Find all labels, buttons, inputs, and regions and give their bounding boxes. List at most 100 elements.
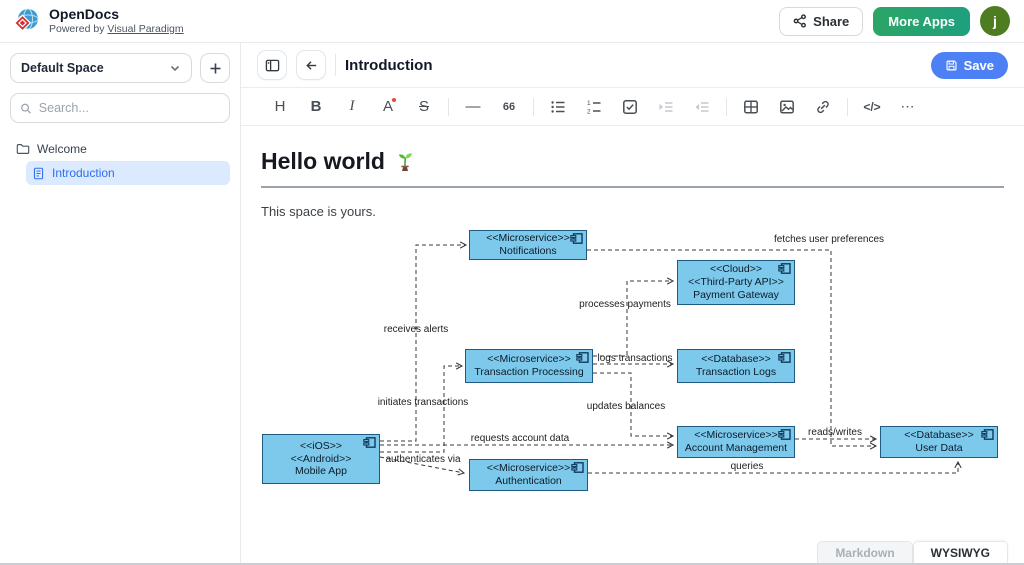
- image-button[interactable]: [772, 93, 802, 121]
- blockquote-button[interactable]: 66: [494, 93, 524, 121]
- uml-component-icon: [571, 462, 584, 477]
- ordered-list-icon: 1 2: [586, 99, 602, 115]
- edge-receives-alerts: [380, 245, 466, 441]
- indent-button[interactable]: [651, 93, 681, 121]
- editor-content[interactable]: Hello world This space is yours.: [241, 126, 1024, 563]
- task-list-button[interactable]: [615, 93, 645, 121]
- diagram-node-notifications: <<Microservice>> Notifications: [469, 230, 587, 260]
- ordered-list-button[interactable]: 1 2: [579, 93, 609, 121]
- document-heading: Hello world: [261, 148, 1004, 175]
- body-text: This space is yours.: [261, 204, 1004, 219]
- checkbox-icon: [622, 99, 638, 115]
- svg-text:processes payments: processes payments: [579, 299, 671, 310]
- space-selector-value: Default Space: [21, 61, 104, 75]
- panel-toggle-icon: [265, 58, 280, 73]
- toolbar-divider: [448, 98, 449, 116]
- diagram-node-account-management: <<Microservice>> Account Management: [677, 426, 795, 458]
- svg-text:1: 1: [587, 100, 591, 107]
- doc-header: Introduction Save: [241, 43, 1024, 88]
- search-input[interactable]: [39, 101, 220, 115]
- save-button[interactable]: Save: [931, 52, 1008, 79]
- toolbar-divider: [533, 98, 534, 116]
- red-dot: [392, 98, 396, 102]
- code-button[interactable]: </>: [857, 93, 887, 121]
- page-title: Introduction: [345, 57, 432, 74]
- svg-text:reads/writes: reads/writes: [808, 427, 862, 438]
- uml-component-diagram[interactable]: fetches user preferences processes payme…: [261, 223, 1006, 515]
- save-label: Save: [964, 58, 994, 73]
- back-button[interactable]: [296, 50, 326, 80]
- diagram-node-transaction-logs: <<Database>> Transaction Logs: [677, 349, 795, 383]
- heading-underline: [261, 186, 1004, 188]
- uml-component-icon: [778, 352, 791, 367]
- visual-paradigm-link[interactable]: Visual Paradigm: [107, 23, 183, 35]
- add-page-button[interactable]: [200, 53, 230, 83]
- table-button[interactable]: [736, 93, 766, 121]
- tab-markdown[interactable]: Markdown: [817, 541, 912, 563]
- outdent-button[interactable]: [687, 93, 717, 121]
- more-apps-button[interactable]: More Apps: [873, 7, 970, 36]
- back-arrow-icon: [304, 58, 319, 73]
- share-icon: [793, 14, 807, 28]
- svg-text:updates balances: updates balances: [587, 401, 665, 412]
- sidebar-item-introduction[interactable]: Introduction: [26, 161, 230, 185]
- strikethrough-button[interactable]: S: [409, 93, 439, 121]
- svg-text:fetches user preferences: fetches user preferences: [774, 234, 884, 245]
- italic-button[interactable]: I: [337, 93, 367, 121]
- svg-text:logs transactions: logs transactions: [597, 353, 672, 364]
- chevron-down-icon: [169, 62, 181, 74]
- search-icon: [20, 102, 32, 115]
- document-icon: [32, 167, 45, 180]
- horizontal-rule-button[interactable]: —: [458, 93, 488, 121]
- edge-processes-payments: [593, 281, 673, 356]
- edge-queries: [588, 462, 958, 473]
- svg-text:requests account data: requests account data: [471, 433, 570, 444]
- app-name: OpenDocs: [49, 7, 184, 22]
- heading-button[interactable]: H: [265, 93, 295, 121]
- app-header: OpenDocs Powered by Visual Paradigm Shar…: [0, 0, 1024, 43]
- app-logo: OpenDocs Powered by Visual Paradigm: [14, 7, 184, 34]
- more-tools-button[interactable]: ⋯: [893, 93, 923, 121]
- bold-button[interactable]: B: [301, 93, 331, 121]
- svg-text:authenticates via: authenticates via: [385, 454, 460, 465]
- svg-text:2: 2: [587, 108, 591, 115]
- link-button[interactable]: [808, 93, 838, 121]
- bullet-list-icon: [550, 99, 566, 115]
- image-icon: [779, 99, 795, 115]
- svg-text:receives alerts: receives alerts: [384, 324, 448, 335]
- uml-component-icon: [778, 429, 791, 444]
- save-icon: [945, 59, 958, 72]
- text-color-button[interactable]: A: [373, 93, 403, 121]
- uml-component-icon: [570, 233, 583, 248]
- toolbar-divider: [726, 98, 727, 116]
- space-selector[interactable]: Default Space: [10, 53, 192, 83]
- diagram-node-payment-gateway: <<Cloud>> <<Third-Party API>> Payment Ga…: [677, 260, 795, 305]
- seedling-emoji: [393, 150, 417, 174]
- tab-wysiwyg[interactable]: WYSIWYG: [913, 541, 1008, 563]
- toggle-sidebar-button[interactable]: [257, 50, 287, 80]
- bullet-list-button[interactable]: [543, 93, 573, 121]
- link-icon: [815, 99, 831, 115]
- uml-component-icon: [576, 352, 589, 367]
- plus-icon: [209, 62, 222, 75]
- table-icon: [743, 99, 759, 115]
- sidebar-item-welcome[interactable]: Welcome: [10, 137, 230, 161]
- powered-by: Powered by Visual Paradigm: [49, 23, 184, 35]
- diagram-node-authentication: <<Microservice>> Authentication: [469, 459, 588, 491]
- indent-icon: [658, 99, 674, 115]
- user-avatar[interactable]: j: [980, 6, 1010, 36]
- share-button[interactable]: Share: [779, 7, 863, 36]
- uml-component-icon: [363, 437, 376, 452]
- editor-mode-tabs: Markdown WYSIWYG: [817, 541, 1008, 563]
- formatting-toolbar: H B I A S — 66 1 2: [241, 88, 1024, 126]
- edge-initiates-transactions: [380, 366, 462, 452]
- uml-component-icon: [778, 263, 791, 278]
- diagram-node-user-data: <<Database>> User Data: [880, 426, 998, 458]
- uml-component-icon: [981, 429, 994, 444]
- search-box: [10, 93, 230, 123]
- divider: [335, 54, 336, 76]
- folder-icon: [16, 142, 30, 156]
- outdent-icon: [694, 99, 710, 115]
- toolbar-divider: [847, 98, 848, 116]
- sidebar-item-label: Welcome: [37, 142, 87, 156]
